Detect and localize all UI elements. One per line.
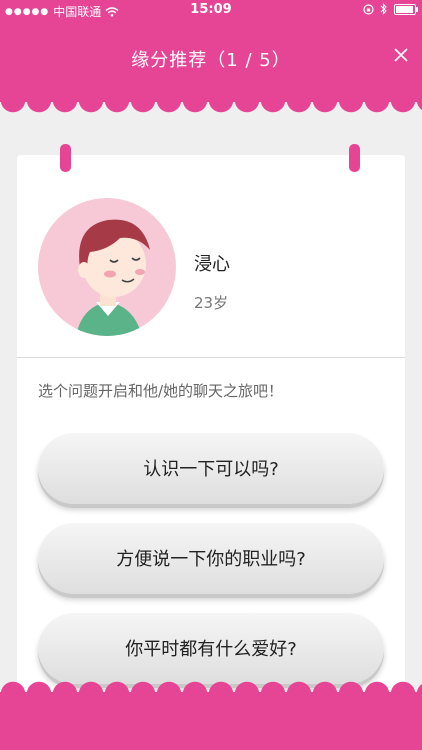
card-clip-left bbox=[60, 144, 71, 172]
question-button-2[interactable]: 方便说一下你的职业吗? bbox=[38, 522, 384, 594]
battery-icon bbox=[394, 3, 418, 15]
page-title: 缘分推荐（1 / 5） bbox=[131, 50, 291, 71]
divider bbox=[17, 357, 405, 358]
question-label: 认识一下可以吗? bbox=[143, 459, 279, 480]
card-clip-right bbox=[349, 144, 360, 172]
question-label: 方便说一下你的职业吗? bbox=[116, 549, 306, 570]
bluetooth-icon bbox=[380, 3, 387, 15]
status-right bbox=[363, 3, 418, 15]
status-time: 15:09 bbox=[190, 2, 232, 17]
header: 缘分推荐（1 / 5） bbox=[0, 20, 422, 102]
question-button-1[interactable]: 认识一下可以吗? bbox=[38, 432, 384, 504]
close-button[interactable] bbox=[390, 46, 412, 68]
question-button-3[interactable]: 你平时都有什么爱好? bbox=[38, 612, 384, 684]
profile-name: 浸心 bbox=[194, 254, 230, 275]
question-label: 你平时都有什么爱好? bbox=[125, 639, 297, 660]
profile-age: 23岁 bbox=[194, 294, 229, 312]
footer-band bbox=[0, 692, 422, 750]
avatar bbox=[38, 198, 176, 336]
question-prompt: 选个问题开启和他/她的聊天之旅吧！ bbox=[38, 382, 284, 400]
header-scallop-edge bbox=[0, 100, 422, 114]
close-icon bbox=[394, 48, 408, 62]
status-bar: ●●●●● 中国联通 15:09 bbox=[0, 0, 422, 20]
rotation-lock-icon bbox=[363, 3, 374, 15]
avatar-illustration bbox=[76, 219, 150, 336]
